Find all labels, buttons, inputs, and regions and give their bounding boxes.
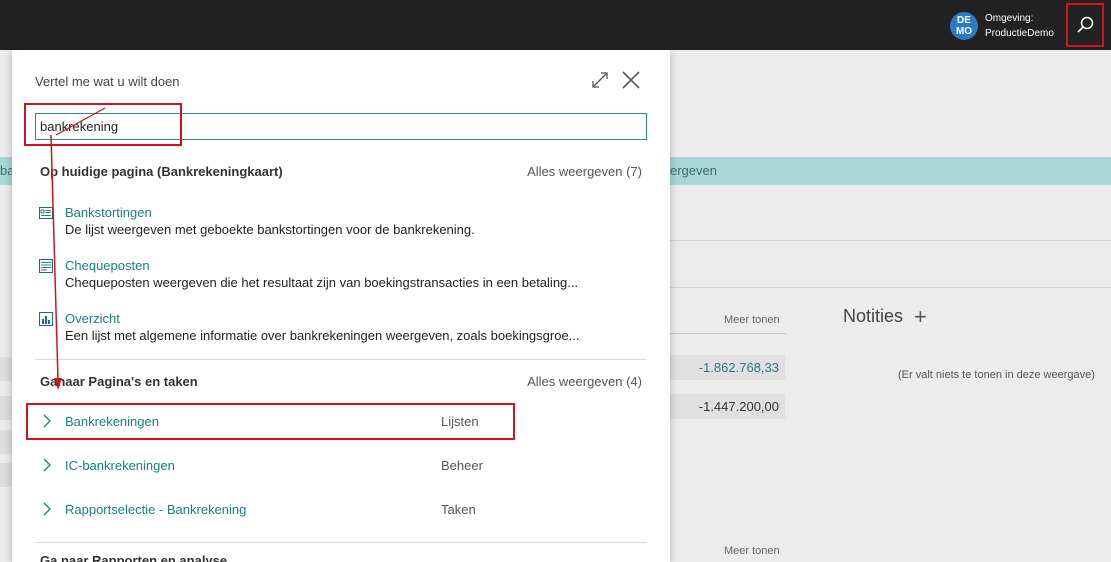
- nav-item-category: Taken: [441, 502, 476, 517]
- nav-item-rapportselectie[interactable]: Rapportselectie - Bankrekening Taken: [35, 497, 647, 523]
- result-title[interactable]: Chequeposten: [65, 258, 150, 273]
- top-bar: DE MO Omgeving: ProductieDemo: [0, 0, 1111, 50]
- search-highlight-box: [24, 103, 182, 146]
- section-heading-current-page: Op huidige pagina (Bankrekeningkaart): [40, 164, 283, 179]
- notes-heading: Notities: [843, 306, 904, 326]
- section-divider: [35, 359, 647, 360]
- avatar-initials-top: DE: [957, 15, 971, 26]
- avatar-initials-bottom: MO: [955, 26, 973, 37]
- nav-item-category: Beheer: [441, 458, 483, 473]
- expand-icon: [592, 72, 608, 88]
- section-heading-reports: Ga naar Rapporten en analyse: [40, 553, 228, 562]
- close-button[interactable]: [621, 70, 641, 90]
- environment-name: ProductieDemo: [985, 28, 1054, 39]
- chevron-right-icon: [43, 458, 51, 472]
- result-title[interactable]: Overzicht: [65, 311, 120, 326]
- environment-info[interactable]: Omgeving: ProductieDemo: [985, 11, 1054, 41]
- search-button[interactable]: [1066, 3, 1104, 47]
- result-description: Een lijst met algemene informatie over b…: [65, 328, 580, 343]
- section-divider: [35, 542, 647, 543]
- chevron-right-icon: [43, 502, 51, 516]
- nav-item-ic-bankrekeningen[interactable]: IC-bankrekeningen Beheer: [35, 453, 647, 479]
- nav-item-label[interactable]: IC-bankrekeningen: [65, 458, 175, 473]
- show-more-link[interactable]: Meer tonen: [724, 545, 780, 557]
- result-description: Chequeposten weergeven die het resultaat…: [65, 275, 579, 290]
- show-all-pages-tasks-link[interactable]: Alles weergeven (4): [527, 374, 642, 389]
- close-icon: [622, 71, 640, 89]
- chart-icon: [39, 312, 53, 326]
- balance-value: -1.447.200,00: [670, 394, 785, 419]
- balance-value[interactable]: -1.862.768,33: [670, 355, 785, 380]
- background-divider: [670, 240, 1111, 241]
- entries-icon: [39, 259, 53, 273]
- expand-button[interactable]: [590, 70, 610, 90]
- show-all-current-page-link[interactable]: Alles weergeven (7): [527, 164, 642, 179]
- list-icon: [39, 207, 53, 219]
- environment-label: Omgeving:: [985, 13, 1034, 24]
- result-description: De lijst weergeven met geboekte bankstor…: [65, 222, 475, 237]
- background-strip-text-right: ergeven: [670, 163, 717, 178]
- result-title[interactable]: Bankstortingen: [65, 205, 152, 220]
- empty-notes-message: (Er valt niets te tonen in deze weergave…: [898, 369, 1095, 381]
- dialog-title: Vertel me wat u wilt doen: [35, 74, 180, 89]
- divider: [670, 333, 786, 334]
- add-note-icon[interactable]: +: [914, 304, 927, 330]
- background-divider: [670, 287, 1111, 288]
- nav-highlight-box: [26, 403, 515, 440]
- tell-me-dialog: Vertel me wat u wilt doen Op huidige pag…: [12, 50, 670, 562]
- search-icon: [1077, 16, 1094, 33]
- section-heading-pages-tasks: Ganaar Pagina's en taken: [40, 374, 198, 389]
- show-more-link[interactable]: Meer tonen: [724, 314, 780, 326]
- environment-avatar[interactable]: DE MO: [950, 12, 978, 40]
- nav-item-label[interactable]: Rapportselectie - Bankrekening: [65, 502, 246, 517]
